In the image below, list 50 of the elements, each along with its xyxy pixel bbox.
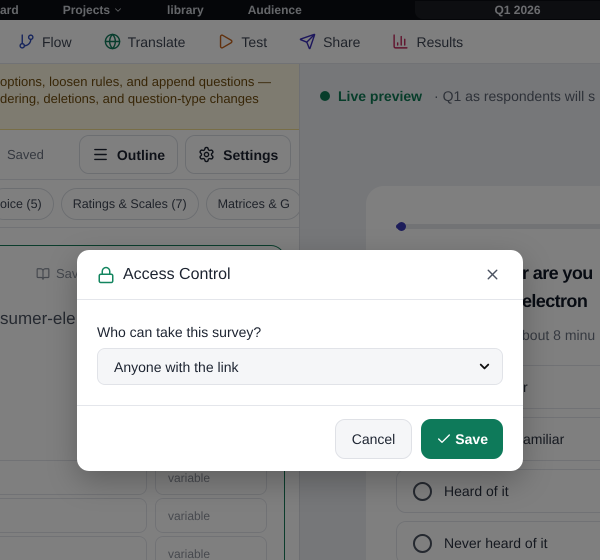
library-button[interactable]: Sav xyxy=(36,266,78,281)
save-button[interactable]: Save xyxy=(421,418,503,458)
nav-link[interactable]: ard xyxy=(0,3,19,17)
project-pill[interactable]: Q1 2026 xyxy=(415,1,600,19)
outline-button[interactable]: Outline xyxy=(78,135,178,174)
settings-button[interactable]: Settings xyxy=(185,135,292,174)
dialog-title: Access Control xyxy=(123,266,232,284)
nav-link[interactable]: library xyxy=(167,3,204,17)
notice-text: dering, deletions, and question-type changes xyxy=(0,91,260,107)
variable-field[interactable]: variable xyxy=(155,536,267,560)
preview-caption: · Q1 as respondents will s xyxy=(434,88,596,104)
category-chip[interactable]: Matrices & G xyxy=(206,188,299,220)
live-dot xyxy=(320,91,330,101)
progress-dot xyxy=(397,222,406,231)
branch-icon xyxy=(18,33,35,50)
toolbar-tab[interactable]: Test xyxy=(217,33,268,50)
toolbar-tab[interactable]: Results xyxy=(392,33,464,50)
survey-name: sumer-ele xyxy=(0,309,77,329)
globe-icon xyxy=(104,33,121,50)
settings-icon xyxy=(198,146,216,163)
option-label: Never heard of it xyxy=(444,535,548,551)
bar-chart-icon xyxy=(392,33,410,50)
radio-button[interactable] xyxy=(413,482,432,500)
access-select[interactable]: Anyone with the link xyxy=(97,348,503,385)
option-label: r xyxy=(523,379,528,395)
nav-link[interactable]: Projects xyxy=(62,3,124,17)
option-label: Heard of it xyxy=(444,483,509,499)
field-label: Who can take this survey? xyxy=(97,324,262,340)
variable-field[interactable]: variable xyxy=(155,498,267,533)
cancel-button[interactable]: Cancel xyxy=(334,418,412,458)
toolbar-tab[interactable]: Flow xyxy=(18,33,72,50)
question-title: r are you xyxy=(522,262,594,285)
play-icon xyxy=(217,33,234,50)
category-chip[interactable]: Ratings & Scales (7) xyxy=(60,188,199,220)
answer-option[interactable]: Never heard of it xyxy=(396,521,600,560)
lock-icon xyxy=(97,266,115,284)
menu-icon xyxy=(92,146,109,163)
nav-link[interactable]: Audience xyxy=(248,3,302,17)
option-label: amiliar xyxy=(523,431,564,447)
book-icon xyxy=(36,266,50,280)
toolbar-tab[interactable]: Share xyxy=(299,33,360,50)
notice-text: options, loosen rules, and append questions — xyxy=(0,74,272,90)
radio-button[interactable] xyxy=(413,534,432,552)
save-status: Saved xyxy=(7,147,44,162)
question-title: electron xyxy=(522,290,588,313)
toolbar-tab[interactable]: Translate xyxy=(104,33,186,50)
send-icon xyxy=(299,33,316,50)
question-subtitle: bout 8 minu xyxy=(522,327,596,343)
live-status: Live preview xyxy=(338,88,422,104)
category-chip[interactable]: oice (5) xyxy=(0,188,54,220)
